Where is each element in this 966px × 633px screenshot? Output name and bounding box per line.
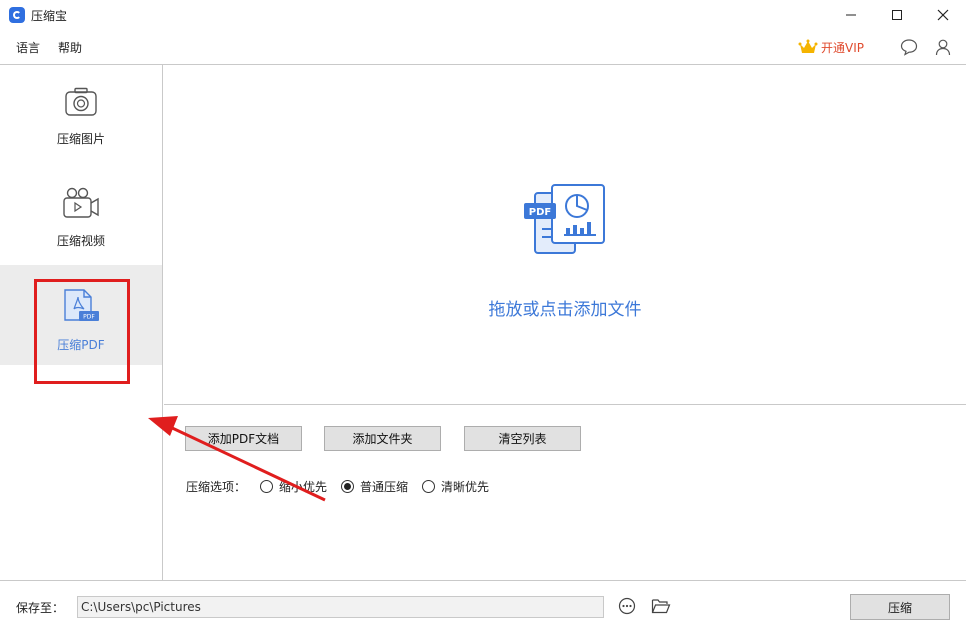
controls-panel: 添加PDF文档 添加文件夹 清空列表 压缩选项： 缩小优先 普通压缩 清晰优先 <box>164 406 966 580</box>
compression-options: 压缩选项： 缩小优先 普通压缩 清晰优先 <box>186 478 489 495</box>
add-folder-button[interactable]: 添加文件夹 <box>324 426 441 451</box>
sidebar-item-label: 压缩图片 <box>56 132 105 146</box>
close-icon <box>937 9 949 21</box>
vip-button[interactable]: 开通VIP <box>798 39 864 56</box>
highlight-rectangle <box>34 279 130 384</box>
svg-text:PDF: PDF <box>529 207 551 218</box>
maximize-button[interactable] <box>874 0 920 30</box>
radio-normal-compress[interactable]: 普通压缩 <box>341 478 408 495</box>
more-dots-icon <box>618 597 636 615</box>
sidebar-item-label: 压缩视频 <box>56 234 105 248</box>
menu-bar: 语言 帮助 开通VIP <box>0 30 966 64</box>
app-logo-icon <box>9 7 25 23</box>
maximize-icon <box>892 10 902 20</box>
save-path-input[interactable] <box>77 596 604 618</box>
options-label: 压缩选项： <box>186 480 247 494</box>
close-button[interactable] <box>920 0 966 30</box>
radio-smaller-first[interactable]: 缩小优先 <box>260 478 327 495</box>
folder-icon <box>651 599 671 614</box>
menu-language[interactable]: 语言 <box>16 39 40 56</box>
window-title: 压缩宝 <box>31 8 68 23</box>
user-account-button[interactable] <box>934 38 952 56</box>
sidebar: 压缩图片 压缩视频 PDF 压缩PDF <box>0 65 163 580</box>
sidebar-item-compress-video[interactable]: 压缩视频 <box>0 165 162 265</box>
vip-label: 开通VIP <box>821 40 864 55</box>
chat-bubble-icon <box>900 39 918 56</box>
user-icon <box>935 39 951 56</box>
sidebar-item-compress-image[interactable]: 压缩图片 <box>0 65 162 165</box>
feedback-button[interactable] <box>900 38 918 56</box>
camera-icon <box>64 87 98 120</box>
more-options-button[interactable] <box>618 597 636 618</box>
minimize-icon <box>846 14 856 16</box>
crown-icon <box>798 39 818 53</box>
compress-button[interactable]: 压缩 <box>850 594 950 620</box>
open-folder-button[interactable] <box>651 597 671 618</box>
video-camera-icon <box>62 187 100 222</box>
add-pdf-button[interactable]: 添加PDF文档 <box>185 426 302 451</box>
bottom-bar: 保存至： 压缩 <box>0 580 966 633</box>
minimize-button[interactable] <box>828 0 874 30</box>
main-frame: 压缩图片 压缩视频 PDF 压缩PDF PDF 拖放或点击添加文件 添加PDF文… <box>0 64 966 580</box>
drop-zone-text: 拖放或点击添加文件 <box>488 300 642 320</box>
title-bar: 压缩宝 <box>0 0 966 30</box>
save-to-label: 保存至： <box>16 601 65 615</box>
pdf-report-icon: PDF <box>522 183 610 262</box>
file-drop-zone[interactable]: PDF 拖放或点击添加文件 <box>164 65 966 405</box>
clear-list-button[interactable]: 清空列表 <box>464 426 581 451</box>
menu-help[interactable]: 帮助 <box>58 39 82 56</box>
radio-clarity-first[interactable]: 清晰优先 <box>422 478 489 495</box>
